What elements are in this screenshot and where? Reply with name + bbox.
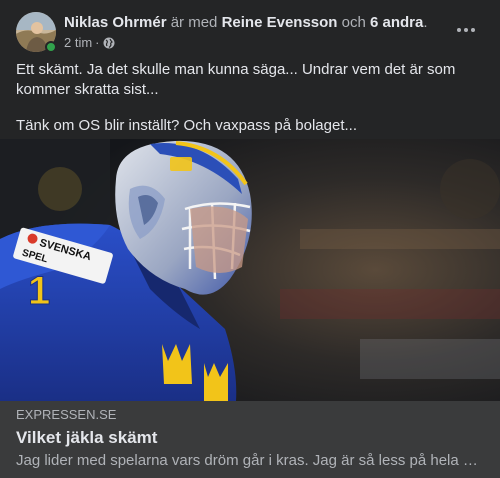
tagged-person[interactable]: Reine Evensson xyxy=(222,14,338,31)
link-title[interactable]: Vilket jäkla skämt xyxy=(16,427,484,449)
post-subline: 2 tim · xyxy=(64,35,484,51)
author-name[interactable]: Niklas Ohrmér xyxy=(64,14,167,31)
post-paragraph: Tänk om OS blir inställt? Och vaxpass på… xyxy=(16,117,357,134)
and-text: och xyxy=(341,14,366,31)
link-preview-card[interactable]: EXPRESSEN.SE Vilket jäkla skämt Jag lide… xyxy=(0,401,500,478)
post-meta: Niklas Ohrmér är med Reine Evensson och … xyxy=(64,13,484,51)
globe-icon[interactable] xyxy=(103,37,115,49)
tagged-others-link[interactable]: 6 andra xyxy=(370,14,423,31)
with-text: är med xyxy=(170,14,218,31)
link-domain: EXPRESSEN.SE xyxy=(16,407,117,422)
post-header: Niklas Ohrmér är med Reine Evensson och … xyxy=(16,12,484,53)
post-paragraph: Ett skämt. Ja det skulle man kunna säga.… xyxy=(16,61,456,98)
post-timestamp[interactable]: 2 tim xyxy=(64,35,92,51)
feed-post: Niklas Ohrmér är med Reine Evensson och … xyxy=(0,0,500,478)
post-attribution: Niklas Ohrmér är med Reine Evensson och … xyxy=(64,13,484,32)
svg-text:1: 1 xyxy=(28,269,50,313)
link-preview-image[interactable]: SVENSKA SPEL 1 xyxy=(0,139,500,401)
online-status-dot xyxy=(45,41,57,53)
separator-dot: · xyxy=(95,35,100,50)
author-avatar[interactable] xyxy=(16,12,57,53)
link-description: Jag lider med spelarna vars dröm går i k… xyxy=(16,452,484,469)
more-options-icon[interactable] xyxy=(448,16,484,44)
period: . xyxy=(423,14,428,31)
